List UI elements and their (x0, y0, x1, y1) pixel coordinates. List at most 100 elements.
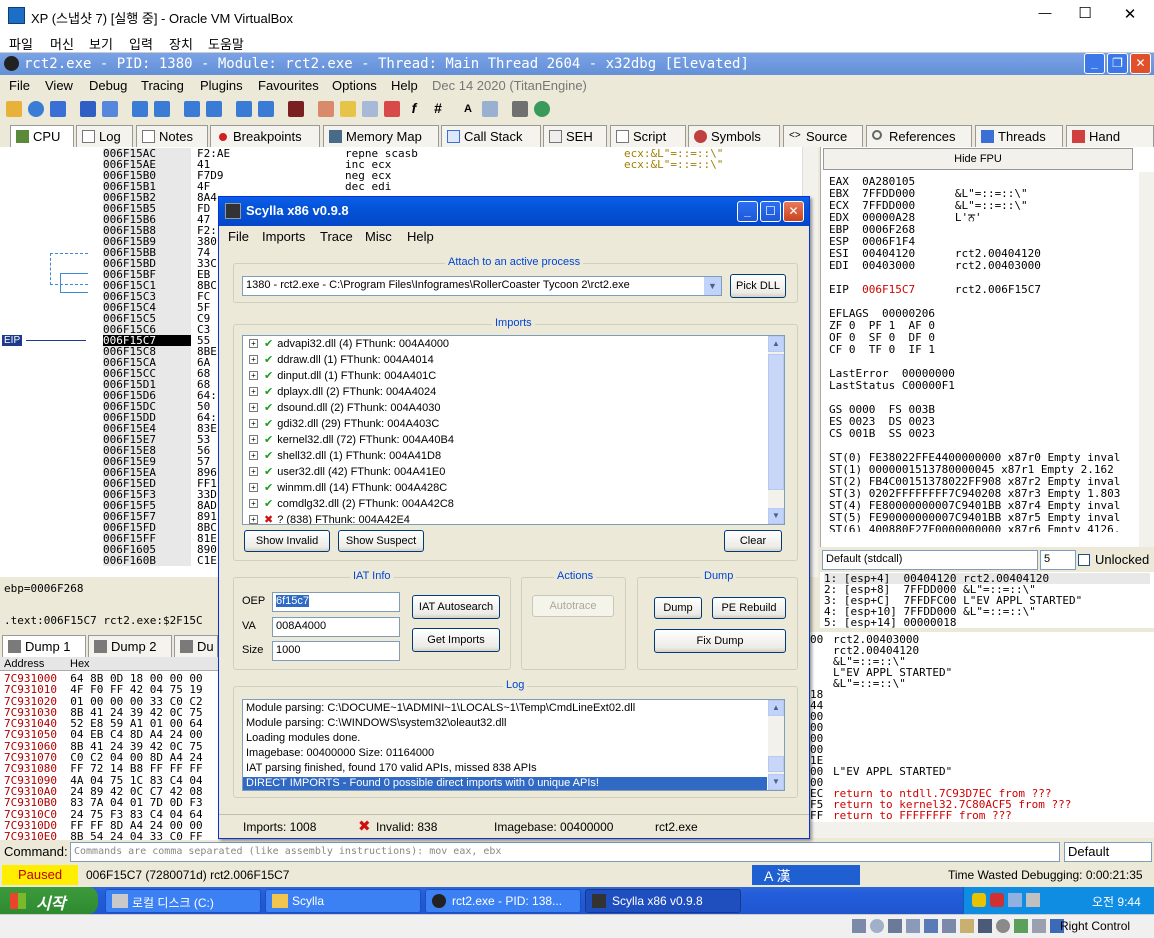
expand-icon[interactable]: + (249, 387, 258, 396)
dump-pane[interactable]: Address Hex 7C931000 64 8B 0D 18 00 00 0… (0, 657, 218, 840)
scylla-icon[interactable] (288, 101, 304, 117)
import-item[interactable]: + ✔ gdi32.dll (29) FThunk: 004A403C (249, 417, 439, 433)
scylla-menu-file[interactable]: File (228, 229, 249, 244)
log-entry[interactable]: IAT parsing finished, found 170 valid AP… (246, 762, 767, 777)
expand-icon[interactable]: + (249, 515, 258, 524)
import-item[interactable]: + ✔ kernel32.dll (72) FThunk: 004A40B4 (249, 433, 454, 449)
trace-over-icon[interactable] (206, 101, 222, 117)
host-menu-view[interactable]: 보기 (89, 34, 113, 53)
calculator-icon[interactable] (512, 101, 528, 117)
import-item[interactable]: + ✔ user32.dll (42) FThunk: 004A41E0 (249, 465, 445, 481)
host-menu-file[interactable]: 파일 (9, 34, 33, 53)
expand-icon[interactable]: + (249, 435, 258, 444)
scylla-menu-help[interactable]: Help (407, 229, 434, 244)
patch-icon[interactable] (318, 101, 334, 117)
expand-icon[interactable]: + (249, 467, 258, 476)
import-item[interactable]: + ✔ dsound.dll (2) FThunk: 004A4030 (249, 401, 441, 417)
va-input[interactable]: 008A4000 (272, 617, 400, 637)
scylla-menu-misc[interactable]: Misc (365, 229, 392, 244)
log-entry[interactable]: Loading modules done. (246, 732, 767, 747)
debugger-close-button[interactable]: ✕ (1130, 53, 1151, 74)
pe-rebuild-button[interactable]: PE Rebuild (712, 597, 786, 619)
log-entry[interactable]: Imagebase: 00400000 Size: 01164000 (246, 747, 767, 762)
volume-icon[interactable] (1026, 893, 1040, 907)
process-select[interactable]: 1380 - rct2.exe - C:\Program Files\Infog… (242, 276, 722, 296)
tab-seh[interactable]: SEH (543, 125, 607, 147)
log-entry[interactable]: Module parsing: C:\WINDOWS\system32\olea… (246, 717, 767, 732)
stop-icon[interactable] (50, 101, 66, 117)
expand-icon[interactable]: + (249, 451, 258, 460)
taskbar-item-local-disk[interactable]: 로컬 디스크 (C:) (105, 889, 261, 913)
import-item[interactable]: + ✖? (838) FThunk: 004A42E4 (249, 513, 410, 524)
comment-icon[interactable] (340, 101, 356, 117)
tab-call-stack[interactable]: Call Stack (441, 125, 541, 147)
pause-icon[interactable] (102, 101, 118, 117)
run-to-user-code-icon[interactable] (258, 101, 274, 117)
log-entry[interactable]: DIRECT IMPORTS - Found 0 possible direct… (243, 777, 767, 790)
expand-icon[interactable]: + (249, 371, 258, 380)
function-icon[interactable]: f (406, 101, 422, 117)
tab-notes[interactable]: Notes (136, 125, 208, 147)
argument-count-spinner[interactable]: 5 (1040, 550, 1076, 570)
scylla-menu-imports[interactable]: Imports (262, 229, 305, 244)
trace-into-icon[interactable] (184, 101, 200, 117)
import-item[interactable]: + ✔ dinput.dll (1) FThunk: 004A401C (249, 369, 436, 385)
restart-icon[interactable] (28, 101, 44, 117)
import-item[interactable]: + ✔ advapi32.dll (4) FThunk: 004A4000 (249, 337, 449, 353)
menu-debug[interactable]: Debug (89, 78, 127, 93)
tab-breakpoints[interactable]: Breakpoints (210, 125, 320, 147)
imports-scrollbar[interactable]: ▲ ▼ (768, 336, 784, 524)
expand-icon[interactable]: + (249, 355, 258, 364)
label-icon[interactable] (362, 101, 378, 117)
open-icon[interactable] (6, 101, 22, 117)
tab-source[interactable]: <> Source (783, 125, 863, 147)
tab-script[interactable]: Script (610, 125, 686, 147)
expand-icon[interactable]: + (249, 483, 258, 492)
host-menu-help[interactable]: 도움말 (208, 34, 244, 53)
web-icon[interactable] (534, 101, 550, 117)
show-invalid-button[interactable]: Show Invalid (244, 530, 330, 552)
tab-dump-3[interactable]: Du (174, 635, 218, 657)
get-imports-button[interactable]: Get Imports (412, 628, 500, 652)
scylla-close-button[interactable]: ✕ (783, 201, 804, 222)
import-item[interactable]: + ✔ shell32.dll (1) FThunk: 004A41D8 (249, 449, 441, 465)
command-input[interactable]: Commands are comma separated (like assem… (70, 842, 1060, 862)
menu-file[interactable]: File (9, 78, 30, 93)
host-maximize-button[interactable]: ☐ (1070, 4, 1100, 22)
unlocked-checkbox[interactable] (1078, 554, 1090, 566)
import-item[interactable]: + ✔ dplayx.dll (2) FThunk: 004A4024 (249, 385, 436, 401)
tab-threads[interactable]: Threads (975, 125, 1063, 147)
scroll-down-icon[interactable]: ▼ (768, 774, 784, 790)
menu-favourites[interactable]: Favourites (258, 78, 319, 93)
log-scrollbar[interactable]: ▲ ▼ (768, 700, 784, 790)
host-minimize-button[interactable]: — (1030, 5, 1060, 20)
taskbar-item-x32dbg[interactable]: rct2.exe - PID: 138... (425, 889, 581, 913)
font-icon[interactable]: A (460, 101, 476, 117)
execute-till-return-icon[interactable] (236, 101, 252, 117)
host-menu-input[interactable]: 입력 (129, 34, 153, 53)
show-suspect-button[interactable]: Show Suspect (338, 530, 424, 552)
calling-convention-select[interactable]: Default (stdcall) (822, 550, 1038, 570)
shield-icon[interactable] (972, 893, 986, 907)
dump-button[interactable]: Dump (654, 597, 702, 619)
start-button[interactable]: 시작 (0, 887, 98, 914)
autotrace-button[interactable]: Autotrace (532, 595, 614, 617)
tab-symbols[interactable]: Symbols (688, 125, 780, 147)
security-icon[interactable] (990, 893, 1004, 907)
import-item[interactable]: + ✔ ddraw.dll (1) FThunk: 004A4014 (249, 353, 434, 369)
import-item[interactable]: + ✔ winmm.dll (14) FThunk: 004A428C (249, 481, 447, 497)
network-icon[interactable] (1008, 893, 1022, 907)
tab-cpu[interactable]: CPU (10, 125, 74, 147)
log-entry[interactable]: Module parsing: C:\DOCUME~1\ADMINI~1\LOC… (246, 702, 767, 717)
taskbar-item-scylla-folder[interactable]: Scylla (265, 889, 421, 913)
run-icon[interactable] (80, 101, 96, 117)
clear-button[interactable]: Clear (724, 530, 782, 552)
menu-options[interactable]: Options (332, 78, 377, 93)
host-close-button[interactable]: ✕ (1115, 5, 1145, 23)
chevron-down-icon[interactable]: ▼ (704, 277, 721, 295)
scroll-up-icon[interactable]: ▲ (768, 336, 784, 352)
hash-icon[interactable]: # (430, 101, 446, 117)
expand-icon[interactable]: + (249, 339, 258, 348)
scylla-menu-trace[interactable]: Trace (320, 229, 353, 244)
scroll-thumb[interactable] (768, 354, 784, 490)
